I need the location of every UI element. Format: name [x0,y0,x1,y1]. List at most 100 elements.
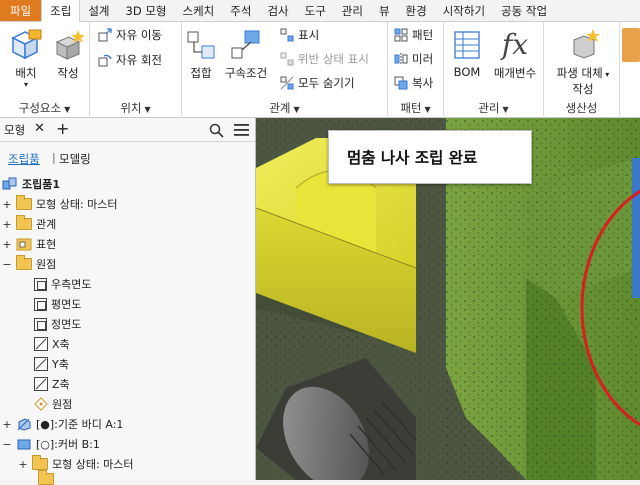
folder-open-icon [16,255,32,270]
free-rotate-icon [98,54,112,67]
fx-icon: fx [501,28,529,61]
menu-tools[interactable]: 도구 [297,0,334,21]
close-icon[interactable]: ✕ [34,121,45,136]
expand-icon[interactable]: + [2,418,12,431]
tree-item-origin-folder[interactable]: − 원점 [2,254,56,274]
menu-3d-model[interactable]: 3D 모형 [118,0,175,21]
create-button[interactable]: 작성 [50,28,86,81]
ribbon-overflow-icon[interactable] [622,28,640,62]
panel-title-relationships[interactable]: 관계 ▼ [182,100,387,116]
graphics-viewport[interactable]: 멈춤 나사 조립 완료 [256,118,640,480]
show-icon [280,28,294,42]
panel-productivity: 파생 대체 ▾ 작성 생산성 [544,22,620,118]
menu-inspect[interactable]: 검사 [259,0,296,21]
tree-item-x-axis[interactable]: X축 [34,334,70,354]
create-component-icon [55,30,85,60]
part-icon [17,439,31,450]
work-plane-icon [34,297,47,311]
panel-position: 자유 이동 자유 회전 위치 ▼ [90,22,182,118]
menu-manage[interactable]: 관리 [334,0,371,21]
tree-item-relationships[interactable]: + 관계 [2,214,56,234]
panel-component: 배치 ▾ 작성 구성요소 ▼ [0,22,90,118]
tree-item-xz-plane[interactable]: 평면도 [34,294,81,314]
menu-environment[interactable]: 환경 [398,0,435,21]
constraint-icon [231,30,260,59]
hide-all-button[interactable]: 모두 숨기기 [280,75,355,91]
part-icon [17,418,31,431]
search-icon[interactable] [209,123,224,138]
free-move-button[interactable]: 자유 이동 [98,27,162,43]
panel-manage: BOM fx 매개변수 관리 ▼ [444,22,544,118]
panel-pattern: 패턴 미러 복사 패턴 ▼ [388,22,444,118]
browser-view-selector: 조립품 | 모델링 [0,142,255,172]
menu-annotate[interactable]: 주석 [222,0,259,21]
view-separator: | [52,151,56,164]
panel-relationships: 접합 구속조건 표시 위반 상태 표시 모두 숨기기 관계 ▼ [182,22,388,118]
work-point-icon [34,397,48,411]
completion-message: 멈춤 나사 조립 완료 [328,130,532,184]
menu-get-started[interactable]: 시작하기 [435,0,493,21]
tree-item-z-axis[interactable]: Z축 [34,374,70,394]
panel-title-position[interactable]: 위치 ▼ [90,100,181,116]
tree-item-yz-plane[interactable]: 우측면도 [34,274,91,294]
derived-substitute-button[interactable]: 파생 대체 ▾ 작성 [548,28,618,97]
free-rotate-button[interactable]: 자유 회전 [98,52,162,68]
add-tab-icon[interactable]: + [56,119,69,138]
expand-icon[interactable]: + [2,218,12,231]
expand-icon[interactable]: + [2,238,12,251]
show-sick-button[interactable]: 위반 상태 표시 [280,51,369,67]
menu-bar: 파일 조립 설계 3D 모형 스케치 주석 검사 도구 관리 뷰 환경 시작하기… [0,0,640,23]
place-button[interactable]: 배치 ▾ [6,28,46,89]
copy-icon [394,76,408,90]
view-modeling-link[interactable]: 모델링 [59,151,91,167]
browser-tabbar: 모형 ✕ + [0,118,255,142]
tree-item-xy-plane[interactable]: 정면도 [34,314,81,334]
menu-sketch[interactable]: 스케치 [175,0,223,21]
folder-icon [32,455,48,470]
panel-title-pattern[interactable]: 패턴 ▼ [388,100,443,116]
join-icon [187,31,215,59]
panel-title-productivity: 생산성 [565,101,598,115]
tree-item-y-axis[interactable]: Y축 [34,354,69,374]
tree-item-cover-model-state[interactable]: + 모형 상태: 마스터 [18,454,134,474]
parameters-button[interactable]: fx 매개변수 [488,28,542,81]
pattern-icon [394,28,408,42]
copy-button[interactable]: 복사 [394,75,433,91]
menu-file[interactable]: 파일 [0,0,42,21]
panel-title-manage[interactable]: 관리 ▼ [444,100,543,116]
menu-view[interactable]: 뷰 [371,0,398,21]
menu-collaborate[interactable]: 공동 작업 [493,0,555,21]
place-label: 배치 [15,66,37,80]
create-label: 작성 [57,66,79,80]
menu-assemble[interactable]: 조립 [41,0,81,23]
collapse-icon[interactable]: − [2,438,12,451]
expand-icon[interactable]: + [2,198,12,211]
tree-item-representations[interactable]: + 표현 [2,234,56,254]
tree-item-center-point[interactable]: 원점 [34,394,72,414]
derived-substitute-icon [573,29,600,59]
pattern-button[interactable]: 패턴 [394,27,433,43]
view-assembly-link[interactable]: 조립품 [8,151,40,167]
constraint-button[interactable]: 구속조건 [220,28,272,81]
tree-item-model-state[interactable]: + 모형 상태: 마스터 [2,194,118,214]
hamburger-menu-icon[interactable] [234,124,249,136]
model-browser: 모형 ✕ + 조립품 | 모델링 조립품1 + 모형 상태: 마스터 + 관계 [0,118,256,485]
mirror-button[interactable]: 미러 [394,51,433,67]
free-move-icon [98,28,112,42]
bom-button[interactable]: BOM [450,28,484,79]
tree-item-assembly-root[interactable]: 조립품1 [2,174,60,194]
collapse-icon[interactable]: − [2,258,12,271]
panel-title-component[interactable]: 구성요소 ▼ [0,100,89,116]
join-button[interactable]: 접합 [184,28,218,81]
place-icon [11,29,42,60]
work-plane-icon [34,277,47,291]
tree-item-base-body[interactable]: + [●]:기준 바디 A:1 [2,414,123,434]
work-plane-icon [34,317,47,331]
show-button[interactable]: 표시 [280,27,319,43]
folder-icon [16,215,32,230]
browser-tab-model[interactable]: 모형 [4,122,25,138]
assembly-icon [2,177,17,190]
expand-icon[interactable]: + [18,458,28,471]
tree-item-cover[interactable]: − [○]:커버 B:1 [2,434,99,454]
menu-design[interactable]: 설계 [80,0,117,21]
